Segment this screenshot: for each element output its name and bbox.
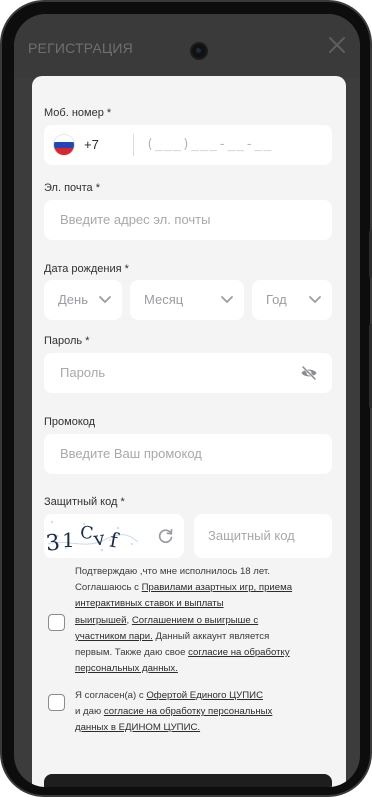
year-value: Год [266, 292, 287, 307]
password-input[interactable]: Пароль [44, 353, 332, 393]
email-label: Эл. почта * [44, 182, 101, 194]
gambling-rules-link[interactable]: Правилами азартных игр, приема [142, 582, 292, 593]
screen: РЕГИСТРАЦИЯ Моб. номер * +7 (___)___-__-… [14, 14, 360, 787]
captcha-label: Защитный код * [44, 496, 125, 508]
email-placeholder: Введите адрес эл. почты [60, 212, 211, 227]
consent-cupis-text: Я согласен(а) с Офертой Единого ЦУПИС и … [75, 688, 331, 737]
promo-input[interactable]: Введите Ваш промокод [44, 434, 332, 474]
month-select[interactable]: Месяц [130, 280, 244, 320]
modal-title: РЕГИСТРАЦИЯ [28, 40, 133, 56]
captcha-image: 3 1 C v f [45, 520, 139, 557]
cupis-offer-link[interactable]: Офертой Единого ЦУПИС [146, 690, 263, 701]
personal-data-link[interactable]: согласие на обработку [188, 647, 290, 658]
camera [192, 44, 206, 58]
refresh-icon[interactable] [156, 526, 176, 546]
consent-text: Соглашаюсь с [75, 582, 142, 594]
gambling-rules-link[interactable]: выигрышей [75, 615, 126, 626]
chevron-down-icon [99, 296, 111, 304]
phone-input[interactable]: +7 (___)___-__-__ [44, 125, 332, 165]
phone-label: Моб. номер * [44, 107, 112, 119]
modal-header: РЕГИСТРАЦИЯ [14, 14, 360, 78]
day-value: День [58, 292, 88, 307]
consent-text: Я согласен(а) с [75, 690, 147, 701]
captcha-box: 3 1 C v f [44, 514, 184, 558]
chevron-down-icon [309, 296, 321, 304]
personal-data-link[interactable]: персональных данных. [75, 663, 178, 674]
svg-text:1: 1 [62, 528, 75, 552]
day-select[interactable]: День [44, 280, 122, 320]
eye-off-icon[interactable] [300, 365, 318, 381]
close-icon[interactable] [326, 34, 348, 56]
year-select[interactable]: Год [252, 280, 332, 320]
consent-age-checkbox[interactable] [48, 614, 65, 631]
phone-frame: РЕГИСТРАЦИЯ Моб. номер * +7 (___)___-__-… [0, 0, 372, 797]
svg-text:3: 3 [45, 530, 62, 556]
ru-flag-icon [54, 135, 74, 155]
password-placeholder: Пароль [60, 365, 106, 380]
svg-text:v: v [91, 527, 106, 550]
promo-placeholder: Введите Ваш промокод [60, 446, 202, 461]
bet-agreement-link[interactable]: участником пари. [75, 631, 153, 642]
password-label: Пароль * [44, 335, 90, 347]
captcha-input[interactable]: Защитный код [194, 514, 332, 558]
phone-mask: (___)___-__-__ [146, 137, 273, 152]
consent-text: Данный аккаунт является [152, 630, 270, 642]
registration-form: Моб. номер * +7 (___)___-__-__ Эл. почта… [32, 76, 346, 787]
cupis-personal-data-link[interactable]: согласие на обработку персональных [104, 706, 273, 717]
birthdate-label: Дата рождения * [44, 263, 129, 275]
bet-agreement-link[interactable]: Соглашением о выигрыше с [132, 615, 258, 626]
chevron-down-icon [221, 296, 233, 304]
gambling-rules-link[interactable]: интерактивных ставок и выплаты [75, 598, 224, 609]
svg-text:f: f [108, 527, 121, 552]
submit-button[interactable] [44, 774, 332, 787]
cupis-personal-data-link[interactable]: данных в ЕДИНОМ ЦУПИС. [75, 722, 200, 733]
promo-label: Промокод [44, 416, 96, 428]
consent-cupis-checkbox[interactable] [48, 694, 65, 711]
email-input[interactable]: Введите адрес эл. почты [44, 200, 332, 240]
consent-text: и даю [75, 706, 104, 718]
country-code: +7 [84, 137, 99, 152]
month-value: Месяц [144, 292, 184, 307]
consent-age-text: Подтверждаю ,что мне исполнилось 18 лет.… [75, 564, 331, 677]
consent-text: первым. Также даю свое [75, 647, 189, 659]
divider [133, 134, 134, 156]
captcha-placeholder: Защитный код [208, 528, 295, 543]
consent-line: Подтверждаю ,что мне исполнилось 18 лет. [75, 566, 270, 577]
